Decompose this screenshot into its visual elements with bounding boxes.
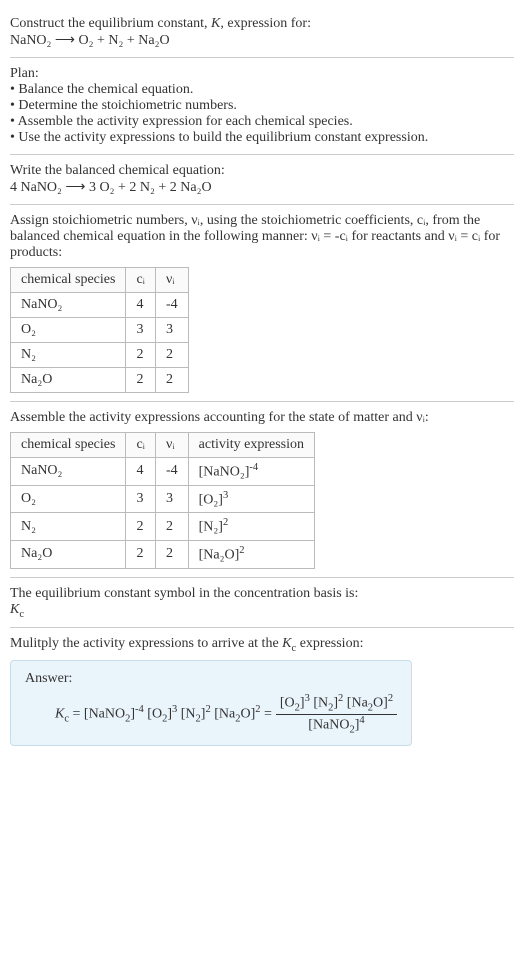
answer-box: Answer: Kc = [NaNO2]-4 [O2]3 [N2]2 [Na2O… — [10, 660, 412, 746]
cell-vi: -4 — [155, 458, 188, 486]
cell-ci: 2 — [126, 540, 156, 568]
activity-table: chemical species cᵢ νᵢ activity expressi… — [10, 432, 315, 569]
plan-section: Plan: • Balance the chemical equation. •… — [10, 58, 514, 155]
table-header-row: chemical species cᵢ νᵢ — [11, 268, 189, 293]
kc-symbol: Kc — [10, 602, 514, 620]
kc-expression: Kc = [NaNO2]-4 [O2]3 [N2]2 [Na2O]2 = [O2… — [25, 693, 397, 735]
plan-item: • Use the activity expressions to build … — [10, 130, 514, 146]
balanced-heading: Write the balanced chemical equation: — [10, 163, 514, 179]
cell-vi: -4 — [155, 293, 188, 318]
table-row: NaNO₂ 4 -4 [NaNO₂]-4 — [11, 458, 315, 486]
cell-species: Na₂O — [11, 368, 126, 393]
plan-heading: Plan: — [10, 66, 514, 82]
cell-ci: 4 — [126, 458, 156, 486]
col-vi: νᵢ — [155, 433, 188, 458]
plan-item: • Determine the stoichiometric numbers. — [10, 98, 514, 114]
kc-symbol-section: The equilibrium constant symbol in the c… — [10, 578, 514, 629]
cell-ci: 4 — [126, 293, 156, 318]
col-expr: activity expression — [188, 433, 314, 458]
cell-species: O₂ — [11, 485, 126, 513]
table-row: Na₂O 2 2 [Na₂O]2 — [11, 540, 315, 568]
stoich-section: Assign stoichiometric numbers, νᵢ, using… — [10, 205, 514, 402]
plan-item: • Assemble the activity expression for e… — [10, 114, 514, 130]
cell-ci: 3 — [126, 318, 156, 343]
cell-species: Na₂O — [11, 540, 126, 568]
cell-expr: [O₂]3 — [188, 485, 314, 513]
final-section: Mulitply the activity expressions to arr… — [10, 628, 514, 754]
col-species: chemical species — [11, 268, 126, 293]
cell-expr: [Na₂O]2 — [188, 540, 314, 568]
cell-ci: 2 — [126, 343, 156, 368]
cell-vi: 2 — [155, 513, 188, 541]
cell-species: O₂ — [11, 318, 126, 343]
cell-species: NaNO₂ — [11, 458, 126, 486]
table-row: O₂ 3 3 [O₂]3 — [11, 485, 315, 513]
col-vi: νᵢ — [155, 268, 188, 293]
final-text: Mulitply the activity expressions to arr… — [10, 636, 514, 654]
table-row: N₂ 2 2 — [11, 343, 189, 368]
cell-vi: 3 — [155, 485, 188, 513]
kc-symbol-text: The equilibrium constant symbol in the c… — [10, 586, 514, 602]
stoich-table: chemical species cᵢ νᵢ NaNO₂ 4 -4 O₂ 3 3… — [10, 267, 189, 393]
col-species: chemical species — [11, 433, 126, 458]
cell-species: N₂ — [11, 343, 126, 368]
intro-section: Construct the equilibrium constant, K, e… — [10, 8, 514, 58]
col-ci: cᵢ — [126, 268, 156, 293]
plan-item: • Balance the chemical equation. — [10, 82, 514, 98]
unbalanced-equation: NaNO₂ ⟶ O₂ + N₂ + Na₂O — [10, 32, 514, 49]
table-row: N₂ 2 2 [N₂]2 — [11, 513, 315, 541]
balanced-section: Write the balanced chemical equation: 4 … — [10, 155, 514, 205]
cell-expr: [N₂]2 — [188, 513, 314, 541]
activity-section: Assemble the activity expressions accoun… — [10, 402, 514, 578]
cell-vi: 2 — [155, 368, 188, 393]
cell-ci: 3 — [126, 485, 156, 513]
prompt-line: Construct the equilibrium constant, K, e… — [10, 16, 514, 32]
cell-expr: [NaNO₂]-4 — [188, 458, 314, 486]
balanced-equation: 4 NaNO₂ ⟶ 3 O₂ + 2 N₂ + 2 Na₂O — [10, 179, 514, 196]
cell-vi: 3 — [155, 318, 188, 343]
stoich-text: Assign stoichiometric numbers, νᵢ, using… — [10, 213, 514, 261]
table-row: NaNO₂ 4 -4 — [11, 293, 189, 318]
cell-ci: 2 — [126, 368, 156, 393]
answer-label: Answer: — [25, 671, 397, 687]
activity-text: Assemble the activity expressions accoun… — [10, 410, 514, 426]
table-row: O₂ 3 3 — [11, 318, 189, 343]
cell-ci: 2 — [126, 513, 156, 541]
table-row: Na₂O 2 2 — [11, 368, 189, 393]
col-ci: cᵢ — [126, 433, 156, 458]
cell-vi: 2 — [155, 540, 188, 568]
cell-species: NaNO₂ — [11, 293, 126, 318]
table-header-row: chemical species cᵢ νᵢ activity expressi… — [11, 433, 315, 458]
cell-vi: 2 — [155, 343, 188, 368]
cell-species: N₂ — [11, 513, 126, 541]
